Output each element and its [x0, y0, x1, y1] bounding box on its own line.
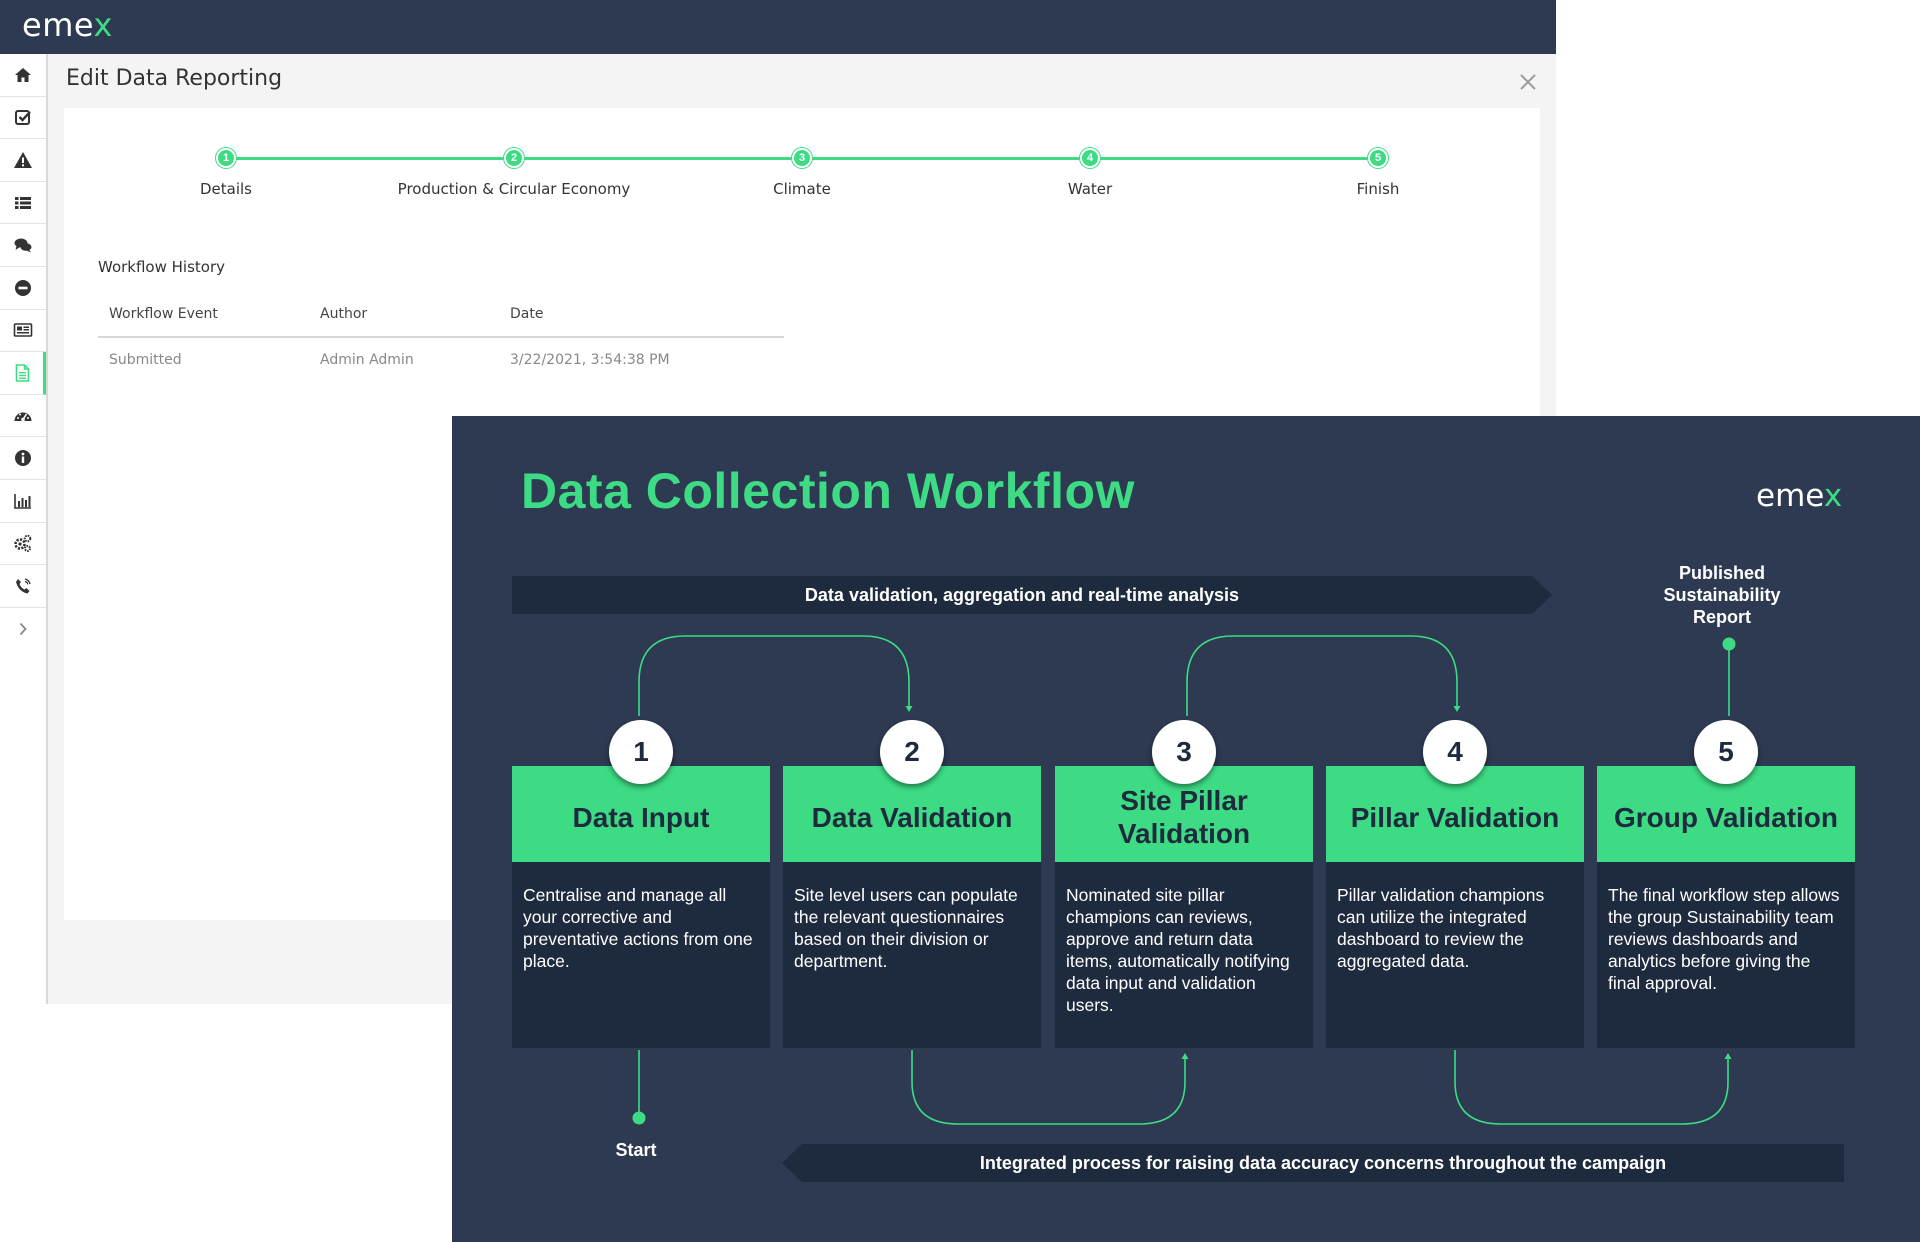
sidebar-item-incidents[interactable] — [0, 139, 46, 182]
table-header: Workflow Event Author Date — [98, 290, 784, 338]
app-header: emex — [0, 0, 1556, 54]
column-header-workflow-event[interactable]: Workflow Event — [109, 306, 218, 322]
checkbox-icon — [15, 110, 31, 126]
cogs-icon — [14, 535, 32, 553]
step-label: Details — [199, 180, 252, 198]
sidebar-item-reports[interactable] — [0, 480, 46, 523]
dashboard-icon — [14, 412, 32, 421]
step-marker: 1 — [216, 148, 236, 168]
chevron-right-icon — [19, 622, 27, 636]
app-logo[interactable]: emex — [22, 6, 113, 44]
newspaper-icon — [13, 323, 33, 338]
sidebar-item-data-reporting[interactable] — [0, 352, 46, 395]
dialog-title: Edit Data Reporting — [66, 66, 283, 91]
sidebar-item-dashboard[interactable] — [0, 395, 46, 438]
sidebar-item-settings[interactable] — [0, 523, 46, 566]
stage-number-badge: 2 — [880, 720, 944, 784]
progress-stepper: 1 Details 2 Production & Circular Econom… — [64, 108, 1540, 218]
cell-author: Admin Admin — [320, 352, 414, 368]
stage-description: Centralise and manage all your correctiv… — [512, 862, 770, 1048]
bottom-banner: Integrated process for raising data accu… — [782, 1144, 1844, 1182]
info-icon — [15, 450, 31, 467]
stage-number-badge: 4 — [1423, 720, 1487, 784]
step-details[interactable]: 1 Details — [96, 148, 356, 198]
step-marker: 5 — [1368, 148, 1388, 168]
comments-icon — [14, 238, 32, 253]
step-label: Finish — [1356, 180, 1400, 198]
stage-title: Site Pillar Validation — [1117, 785, 1251, 849]
step-water[interactable]: 4 Water — [960, 148, 1220, 198]
workflow-history-table: Workflow Event Author Date Submitted Adm… — [98, 290, 784, 382]
step-marker: 2 — [504, 148, 524, 168]
start-label: Start — [615, 1140, 657, 1160]
step-marker: 3 — [792, 148, 812, 168]
stage-data-input: Data Input Centralise and manage all you… — [512, 720, 770, 1064]
sidebar-item-blocked[interactable] — [0, 267, 46, 310]
stage-number-badge: 5 — [1694, 720, 1758, 784]
stage-group-validation: Group Validation The final workflow step… — [1597, 720, 1855, 1064]
stage-description: Site level users can populate the releva… — [783, 862, 1041, 1048]
workflow-infographic: Data Collection Workflow emex Data valid… — [452, 416, 1920, 1242]
cell-event: Submitted — [109, 352, 182, 368]
sidebar-item-support[interactable] — [0, 565, 46, 608]
stage-title: Group Validation — [1613, 801, 1838, 833]
step-label: Water — [1067, 180, 1113, 198]
stage-number-badge: 3 — [1152, 720, 1216, 784]
workflow-history-title: Workflow History — [98, 258, 226, 276]
sidebar-item-tasks[interactable] — [0, 97, 46, 140]
column-header-date[interactable]: Date — [510, 306, 543, 322]
document-icon — [15, 364, 29, 382]
sidebar-item-home[interactable] — [0, 54, 46, 97]
warning-icon — [14, 151, 32, 168]
stage-number-badge: 1 — [609, 720, 673, 784]
bar-chart-icon — [14, 493, 31, 509]
stage-description: The final workflow step allows the group… — [1597, 862, 1855, 1048]
sidebar — [0, 54, 48, 1004]
sidebar-item-news[interactable] — [0, 310, 46, 353]
sidebar-item-comments[interactable] — [0, 224, 46, 267]
sidebar-expand[interactable] — [0, 608, 46, 651]
step-climate[interactable]: 3 Climate — [672, 148, 932, 198]
step-label: Climate — [773, 180, 831, 198]
step-production-circular-economy[interactable]: 2 Production & Circular Economy — [384, 148, 644, 198]
sidebar-item-list[interactable] — [0, 182, 46, 225]
column-header-author[interactable]: Author — [320, 306, 367, 322]
stage-data-validation: Data Validation Site level users can pop… — [783, 720, 1041, 1064]
close-icon[interactable] — [1516, 70, 1540, 94]
stage-pillar-validation: Pillar Validation Pillar validation cham… — [1326, 720, 1584, 1064]
home-icon — [15, 67, 31, 82]
stage-title: Data Validation — [811, 801, 1013, 833]
list-icon — [15, 196, 31, 209]
step-finish[interactable]: 5 Finish — [1248, 148, 1508, 198]
sidebar-item-info[interactable] — [0, 437, 46, 480]
stage-title: Pillar Validation — [1350, 801, 1560, 833]
table-row[interactable]: Submitted Admin Admin 3/22/2021, 3:54:38… — [98, 338, 784, 382]
step-marker: 4 — [1080, 148, 1100, 168]
stage-site-pillar-validation: Site Pillar Validation Nominated site pi… — [1055, 720, 1313, 1064]
stage-description: Pillar validation champions can utilize … — [1326, 862, 1584, 1048]
stage-title: Data Input — [572, 801, 710, 833]
minus-circle-icon — [15, 279, 31, 296]
phone-icon — [16, 578, 31, 594]
cell-date: 3/22/2021, 3:54:38 PM — [510, 352, 670, 368]
step-label: Production & Circular Economy — [397, 180, 631, 198]
stage-description: Nominated site pillar champions can revi… — [1055, 862, 1313, 1048]
